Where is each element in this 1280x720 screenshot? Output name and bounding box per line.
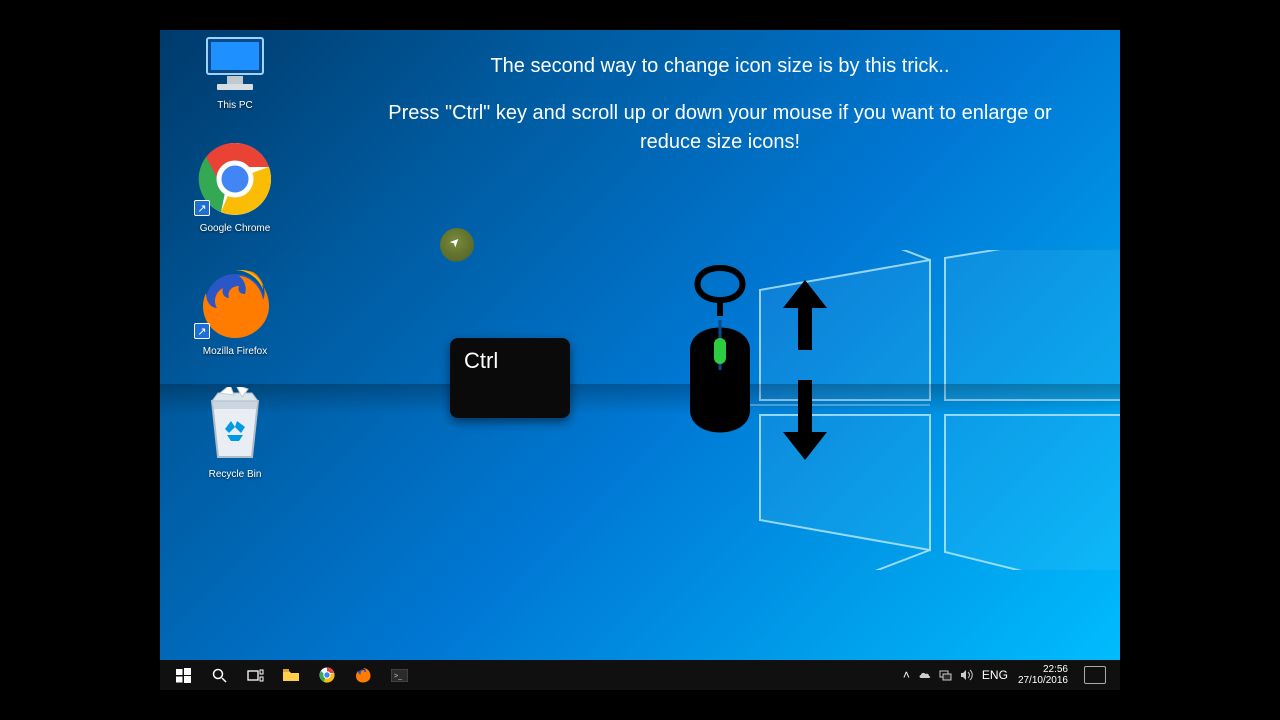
taskbar-app-explorer[interactable] (274, 660, 308, 690)
onedrive-icon[interactable] (918, 669, 931, 682)
desktop-icon-firefox[interactable]: ↗ Mozilla Firefox (180, 264, 290, 357)
taskbar-right: ˄ ENG 22:56 27/10/2016 (903, 660, 1120, 690)
shortcut-arrow-icon: ↗ (194, 200, 210, 216)
ctrl-key-label: Ctrl (464, 348, 498, 373)
taskbar-app-chrome[interactable] (310, 660, 344, 690)
this-pc-icon (201, 36, 269, 94)
icon-label: Google Chrome (200, 223, 271, 234)
cursor-highlight-icon (440, 228, 474, 262)
clock-date: 27/10/2016 (1018, 675, 1068, 686)
taskbar-clock[interactable]: 22:56 27/10/2016 (1018, 664, 1068, 686)
task-view-button[interactable] (238, 660, 272, 690)
notification-icon (1084, 666, 1106, 684)
terminal-icon: >_ (391, 669, 408, 682)
system-tray[interactable]: ˄ ENG (903, 668, 1008, 682)
desktop-icons-column: This PC ↗ Google Chrome ↗ Mozilla Fi (180, 36, 290, 480)
instruction-line-2: Press "Ctrl" key and scroll up or down y… (360, 99, 1080, 157)
ctrl-key-graphic: Ctrl (450, 338, 570, 418)
icon-label: This PC (217, 100, 253, 111)
icon-label: Recycle Bin (209, 469, 262, 480)
shortcut-arrow-icon: ↗ (194, 323, 210, 339)
windows-desktop[interactable]: This PC ↗ Google Chrome ↗ Mozilla Fi (160, 30, 1120, 690)
network-icon[interactable] (939, 670, 952, 681)
file-explorer-icon (282, 668, 300, 682)
svg-text:>_: >_ (394, 673, 402, 680)
search-icon (212, 668, 227, 683)
taskbar-left: >_ (160, 660, 416, 690)
search-button[interactable] (202, 660, 236, 690)
icon-label: Mozilla Firefox (203, 346, 267, 357)
language-indicator[interactable]: ENG (982, 668, 1008, 682)
desktop-icon-chrome[interactable]: ↗ Google Chrome (180, 141, 290, 234)
tray-chevron-up-icon[interactable]: ˄ (903, 668, 910, 682)
windows-start-icon (176, 668, 191, 683)
instruction-overlay: The second way to change icon size is by… (360, 52, 1080, 157)
taskbar: >_ ˄ ENG 22:56 27/10/2016 (160, 660, 1120, 690)
horizon-shadow (160, 384, 1120, 414)
action-center-button[interactable] (1078, 660, 1112, 690)
desktop-icon-recycle-bin[interactable]: Recycle Bin (180, 387, 290, 480)
taskbar-app-firefox[interactable] (346, 660, 380, 690)
firefox-taskbar-icon (355, 667, 371, 683)
volume-icon[interactable] (960, 669, 974, 681)
desktop-icon-this-pc[interactable]: This PC (180, 36, 290, 111)
instruction-line-1: The second way to change icon size is by… (360, 52, 1080, 81)
start-button[interactable] (166, 660, 200, 690)
taskbar-app-terminal[interactable]: >_ (382, 660, 416, 690)
chrome-taskbar-icon (319, 667, 335, 683)
letterbox-right (1120, 0, 1280, 720)
mouse-scroll-icon (650, 260, 870, 460)
clock-time: 22:56 (1018, 664, 1068, 675)
letterbox-left (0, 0, 160, 720)
recycle-bin-icon (200, 387, 270, 463)
task-view-icon (247, 669, 264, 682)
